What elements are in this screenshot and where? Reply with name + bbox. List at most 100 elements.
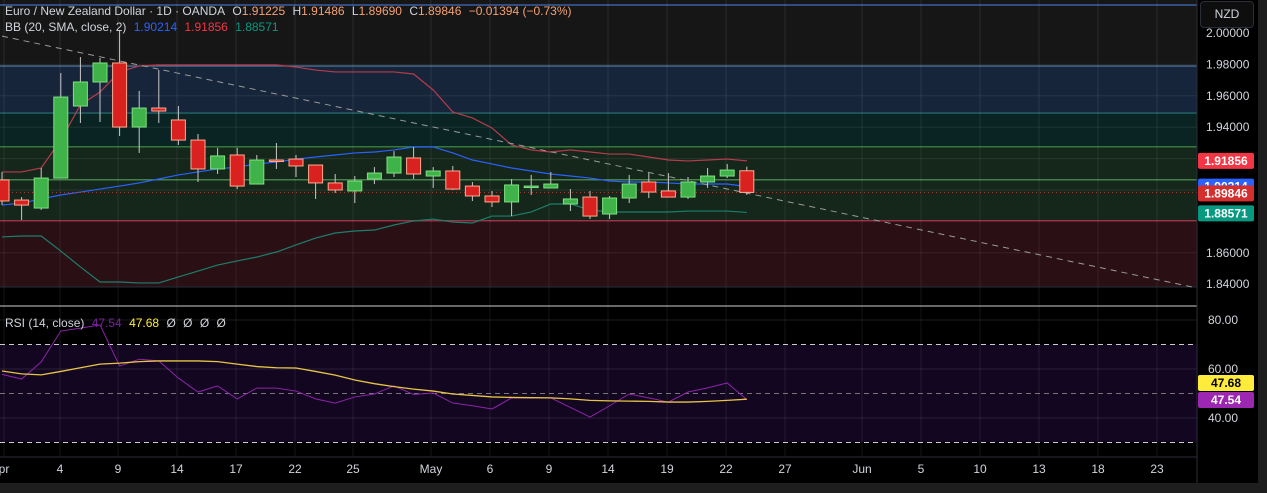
candle-body (386, 156, 402, 174)
price-axis-label: 1.94000 (1206, 120, 1250, 134)
rsi-ma-badge-text: 47.68 (1211, 376, 1241, 390)
time-axis-label: 18 (1091, 462, 1105, 476)
time-axis-label: 5 (918, 462, 925, 476)
candle-body (445, 170, 461, 190)
candle-body (0, 179, 10, 202)
price-axis-label: 2.00000 (1206, 26, 1250, 40)
candle-body (366, 172, 382, 180)
time-axis-label: 14 (601, 462, 615, 476)
time-axis-label: 9 (115, 462, 122, 476)
candle-body (14, 199, 30, 206)
candle-body (719, 169, 735, 177)
right-edge-strip (1258, 0, 1267, 493)
bb-lower-badge-text: 1.88571 (1204, 206, 1248, 220)
candle-body (33, 177, 49, 209)
rsi-extra: Ø (199, 316, 210, 330)
time-axis-label: 14 (170, 462, 184, 476)
candle-body (621, 183, 637, 199)
price-axis-label: 1.84000 (1206, 277, 1250, 291)
candle-body (543, 183, 559, 189)
open-value: 1.91225 (241, 4, 286, 18)
rsi-axis-label: 40.00 (1208, 411, 1238, 425)
candle-body (92, 62, 108, 83)
candle-body (660, 190, 676, 198)
time-axis-label: pr (0, 462, 9, 476)
price-axis-label: 1.96000 (1206, 89, 1250, 103)
candle-body (229, 154, 245, 187)
candle-body (562, 198, 578, 205)
symbol-title: Euro / New Zealand Dollar · 1D · OANDA (5, 4, 226, 18)
candle-body (53, 96, 69, 179)
candle-body (151, 107, 167, 112)
candle-body (112, 62, 128, 128)
chart-canvas[interactable]: 2.00000 1.98000 1.96000 1.94000 1.86000 1.840… (0, 0, 1267, 493)
candle-body (700, 175, 716, 183)
candle-body (288, 158, 304, 167)
time-axis-label: 9 (546, 462, 553, 476)
candle-body (582, 196, 598, 217)
candle-body (464, 185, 480, 197)
symbol-legend: Euro / New Zealand Dollar · 1D · OANDA O… (5, 4, 572, 18)
close-price-badge-text: 1.89846 (1204, 186, 1248, 200)
change-value: −0.01394 (−0.73%) (468, 4, 572, 18)
time-axis-label: 25 (346, 462, 360, 476)
time-axis-label: 27 (778, 462, 792, 476)
candle-body (347, 180, 363, 192)
time-axis-label: 23 (1150, 462, 1164, 476)
bb-basis-value: 1.90214 (133, 20, 178, 34)
time-axis-label: 17 (229, 462, 243, 476)
zone-band (0, 65, 1197, 114)
high-value: 1.91486 (301, 4, 345, 18)
candle[interactable] (739, 166, 755, 195)
rsi-ma-value: 47.68 (129, 316, 160, 330)
time-axis-label: 22 (288, 462, 302, 476)
candle-body (327, 182, 343, 191)
bottom-strip (0, 483, 1267, 493)
time-axis-label: 19 (660, 462, 674, 476)
candle-body (308, 164, 324, 184)
rsi-badge-text: 47.54 (1211, 393, 1241, 407)
time-axis-label: 10 (973, 462, 987, 476)
candle-body (170, 119, 186, 141)
rsi-legend[interactable]: RSI (14, close) 47.54 47.68 Ø Ø Ø Ø (5, 316, 230, 330)
time-axis-label: Jun (852, 462, 871, 476)
zone-band (0, 146, 1197, 221)
rsi-extra: Ø (166, 316, 176, 330)
time-axis-label: 4 (57, 462, 64, 476)
candle-body (249, 159, 265, 185)
candle-body (484, 195, 500, 203)
rsi-value: 47.54 (91, 316, 122, 330)
bb-upper-value: 1.91856 (184, 20, 228, 34)
time-axis-label: 13 (1032, 462, 1046, 476)
currency-unit-button[interactable]: NZD (1200, 1, 1254, 28)
candle-body (739, 170, 755, 193)
rsi-label: RSI (14, close) (5, 316, 85, 330)
candle-body (602, 197, 618, 215)
rsi-extra: Ø (183, 316, 193, 330)
bb-upper-badge-text: 1.91856 (1204, 154, 1248, 168)
time-axis-label: 22 (719, 462, 733, 476)
time-axis-label: May (420, 462, 443, 476)
low-value: 1.89690 (358, 4, 402, 18)
candle-body (504, 184, 520, 203)
candle-body (72, 81, 88, 107)
bb-label: BB (20, SMA, close, 2) (5, 20, 127, 34)
rsi-extra: Ø (216, 316, 226, 330)
candle-body (190, 139, 206, 170)
bb-legend[interactable]: BB (20, SMA, close, 2) 1.90214 1.91856 1… (5, 20, 283, 34)
candle-body (210, 155, 226, 170)
candle-body (523, 185, 539, 189)
candle-body (406, 157, 422, 175)
candle-body (268, 159, 284, 163)
close-value: 1.89846 (418, 4, 462, 18)
candle-body (131, 107, 147, 128)
rsi-axis-label: 80.00 (1208, 313, 1238, 327)
price-axis-label: 1.98000 (1206, 57, 1250, 71)
rsi-axis-label: 60.00 (1208, 362, 1238, 376)
time-axis-label: 6 (487, 462, 494, 476)
bb-lower-value: 1.88571 (235, 20, 279, 34)
candle-body (641, 181, 657, 193)
candle-body (680, 181, 696, 198)
candle-body (425, 170, 441, 177)
price-axis-label: 1.86000 (1206, 246, 1250, 260)
